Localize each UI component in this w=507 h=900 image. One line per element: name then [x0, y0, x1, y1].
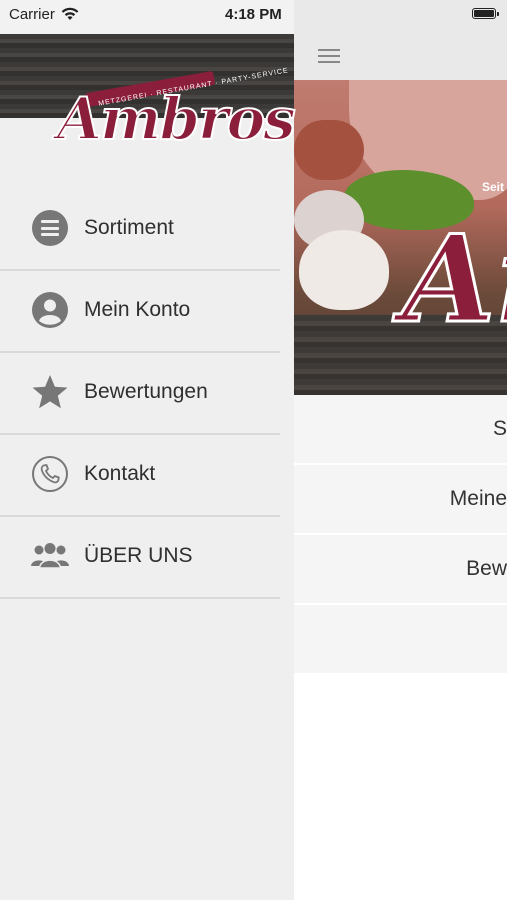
list-icon [30, 208, 70, 248]
group-icon [30, 536, 70, 576]
drawer-item-label: Bewertungen [84, 380, 208, 403]
drawer-item-label: ÜBER UNS [84, 544, 193, 567]
hamburger-menu-icon[interactable] [316, 46, 342, 66]
drawer-item-label: Kontakt [84, 462, 156, 485]
main-menu-list: S Meine Bew [294, 395, 507, 673]
status-time: 4:18 PM [225, 6, 282, 23]
ambros-logo: METZGEREI · RESTAURANT · PARTY-SERVICE A… [55, 67, 297, 188]
main-menu-item-konto[interactable]: Meine [294, 465, 507, 535]
main-menu-item-empty [294, 605, 507, 673]
garlic-image [299, 230, 389, 310]
hero-banner: Seit Am [294, 80, 507, 395]
battery-icon [472, 8, 496, 19]
star-icon [30, 372, 70, 412]
main-menu-item-label: S [492, 417, 507, 440]
drawer-item-ueber-uns[interactable]: ÜBER UNS [0, 517, 280, 599]
drawer-item-label: Sortiment [84, 216, 174, 239]
phone-icon [30, 454, 70, 494]
hero-tagline: Seit [482, 180, 505, 194]
main-menu-item-label: Meine [449, 487, 507, 510]
logo-wordmark: Ambros [56, 85, 297, 153]
drawer-nav: Sortiment Mein Konto Bewertungen Kontakt… [0, 189, 280, 599]
status-bar: Carrier 4:18 PM [0, 0, 507, 34]
main-menu-item-bewertungen[interactable]: Bew [294, 535, 507, 605]
drawer-item-kontakt[interactable]: Kontakt [0, 435, 280, 517]
drawer-item-mein-konto[interactable]: Mein Konto [0, 271, 280, 353]
user-icon [30, 290, 70, 330]
drawer-item-sortiment[interactable]: Sortiment [0, 189, 280, 271]
wifi-icon [61, 7, 79, 20]
sausage-image [294, 120, 364, 180]
drawer-item-bewertungen[interactable]: Bewertungen [0, 353, 280, 435]
main-menu-item-label: Bew [466, 557, 507, 580]
carrier-label: Carrier [9, 6, 55, 23]
main-menu-item-sortiment[interactable]: S [294, 395, 507, 465]
drawer-item-label: Mein Konto [84, 298, 191, 321]
main-panel: Seit Am S Meine Bew [294, 34, 507, 900]
side-drawer: METZGEREI · RESTAURANT · PARTY-SERVICE A… [0, 34, 297, 900]
hero-logo: Am [400, 209, 507, 350]
main-navbar [294, 34, 507, 80]
battery-tip [497, 12, 499, 16]
